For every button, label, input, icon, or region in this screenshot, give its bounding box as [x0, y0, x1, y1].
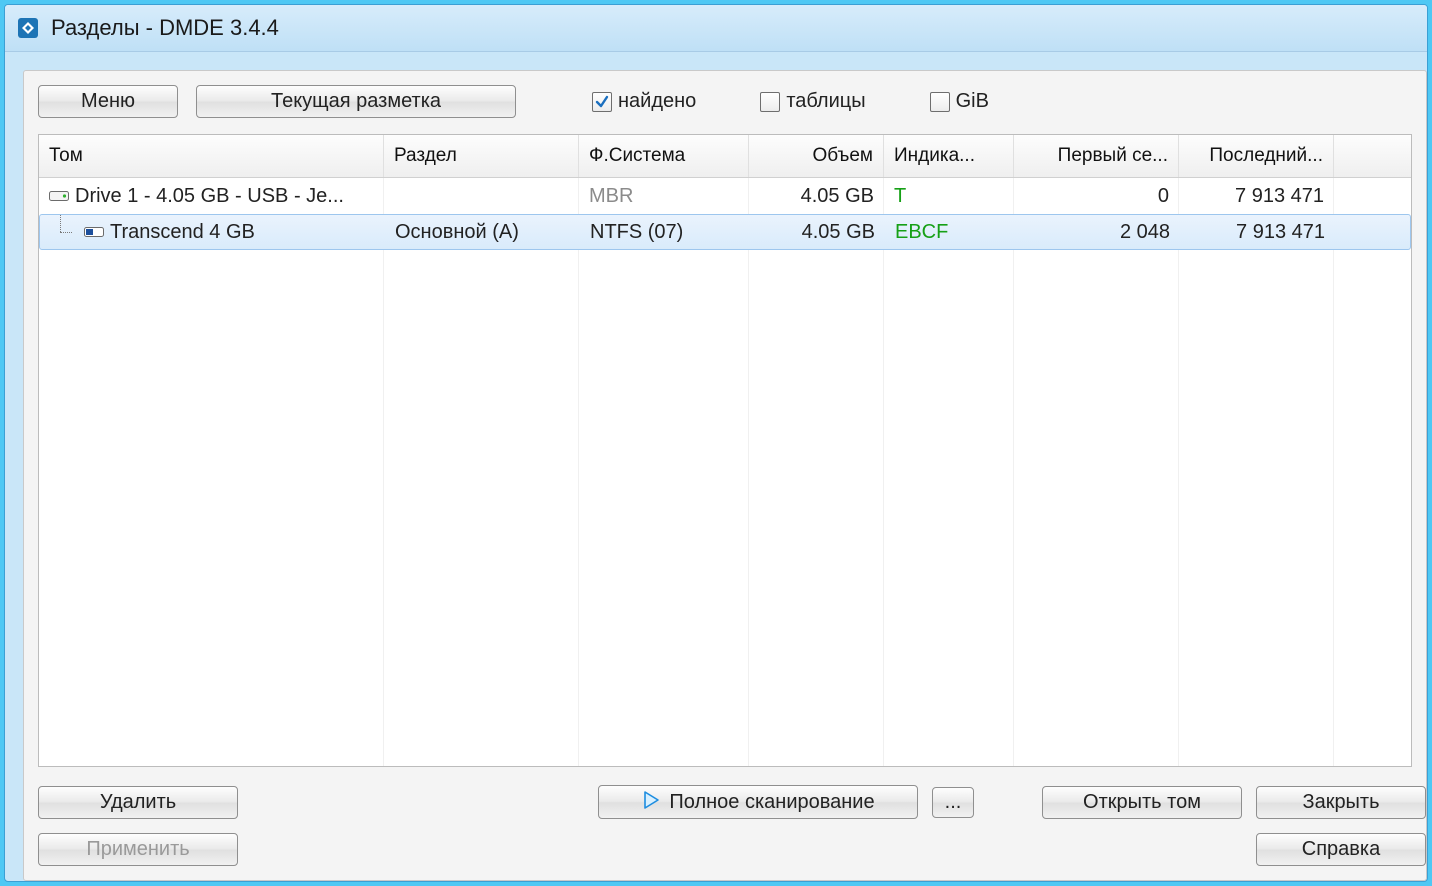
- checkbox-found-label: найдено: [618, 90, 696, 113]
- table-row[interactable]: Drive 1 - 4.05 GB - USB - Je... MBR 4.05…: [39, 178, 1411, 214]
- row-indicator: EBCF: [885, 215, 1015, 249]
- table-row[interactable]: Transcend 4 GB Основной (A) NTFS (07) 4.…: [39, 214, 1411, 250]
- row-size: 4.05 GB: [750, 215, 885, 249]
- full-scan-label: Полное сканирование: [669, 791, 874, 813]
- close-button[interactable]: Закрыть: [1256, 786, 1426, 819]
- full-scan-button[interactable]: Полное сканирование: [598, 785, 918, 819]
- bottom-bar-2: Применить Справка: [38, 819, 1426, 866]
- col-partition[interactable]: Раздел: [384, 135, 579, 177]
- table-body: Drive 1 - 4.05 GB - USB - Je... MBR 4.05…: [39, 178, 1411, 766]
- row-fs: NTFS (07): [580, 215, 750, 249]
- checkbox-gib[interactable]: GiB: [930, 90, 989, 113]
- row-last: 7 913 471: [1179, 178, 1334, 214]
- menu-button[interactable]: Меню: [38, 85, 178, 118]
- checkbox-tables-label: таблицы: [786, 90, 865, 113]
- checkbox-tables[interactable]: таблицы: [760, 90, 865, 113]
- toolbar: Меню Текущая разметка найдено таблицы Gi…: [38, 85, 1426, 118]
- col-volume[interactable]: Том: [39, 135, 384, 177]
- col-size[interactable]: Объем: [749, 135, 884, 177]
- more-button[interactable]: ...: [932, 787, 974, 818]
- row-first: 2 048: [1015, 215, 1180, 249]
- checkmark-icon: [592, 92, 612, 112]
- apply-button[interactable]: Применить: [38, 833, 238, 866]
- table-header[interactable]: Том Раздел Ф.Система Объем Индика... Пер…: [39, 135, 1411, 178]
- bottom-bar: Удалить Полное сканирование ... Открыть …: [38, 767, 1426, 819]
- client-area: Меню Текущая разметка найдено таблицы Gi…: [23, 70, 1427, 881]
- col-fs[interactable]: Ф.Система: [579, 135, 749, 177]
- row-fs: MBR: [579, 178, 749, 214]
- title-bar: Разделы - DMDE 3.4.4: [5, 5, 1427, 52]
- row-indicator: T: [884, 178, 1014, 214]
- row-size: 4.05 GB: [749, 178, 884, 214]
- row-partition: [384, 178, 579, 214]
- open-volume-button[interactable]: Открыть том: [1042, 786, 1242, 819]
- row-volume-label: Transcend 4 GB: [110, 221, 255, 244]
- row-last: 7 913 471: [1180, 215, 1335, 249]
- app-window: Разделы - DMDE 3.4.4 Меню Текущая размет…: [4, 4, 1428, 882]
- play-icon: [641, 790, 661, 810]
- row-partition: Основной (A): [385, 215, 580, 249]
- col-first[interactable]: Первый се...: [1014, 135, 1179, 177]
- row-first: 0: [1014, 178, 1179, 214]
- app-icon: [15, 15, 41, 41]
- checkbox-empty-icon: [760, 92, 780, 112]
- help-button[interactable]: Справка: [1256, 833, 1426, 866]
- checkbox-empty-icon: [930, 92, 950, 112]
- checkbox-found[interactable]: найдено: [592, 90, 696, 113]
- delete-button[interactable]: Удалить: [38, 786, 238, 819]
- checkbox-gib-label: GiB: [956, 90, 989, 113]
- col-last[interactable]: Последний...: [1179, 135, 1334, 177]
- tree-connector-icon: [50, 215, 78, 249]
- col-indicator[interactable]: Индика...: [884, 135, 1014, 177]
- partition-table: Том Раздел Ф.Система Объем Индика... Пер…: [38, 134, 1412, 767]
- window-title: Разделы - DMDE 3.4.4: [51, 15, 279, 41]
- row-volume-label: Drive 1 - 4.05 GB - USB - Je...: [75, 185, 344, 208]
- drive-icon: [49, 189, 69, 203]
- col-extra: [1334, 135, 1411, 177]
- current-layout-button[interactable]: Текущая разметка: [196, 85, 516, 118]
- volume-icon: [84, 225, 104, 239]
